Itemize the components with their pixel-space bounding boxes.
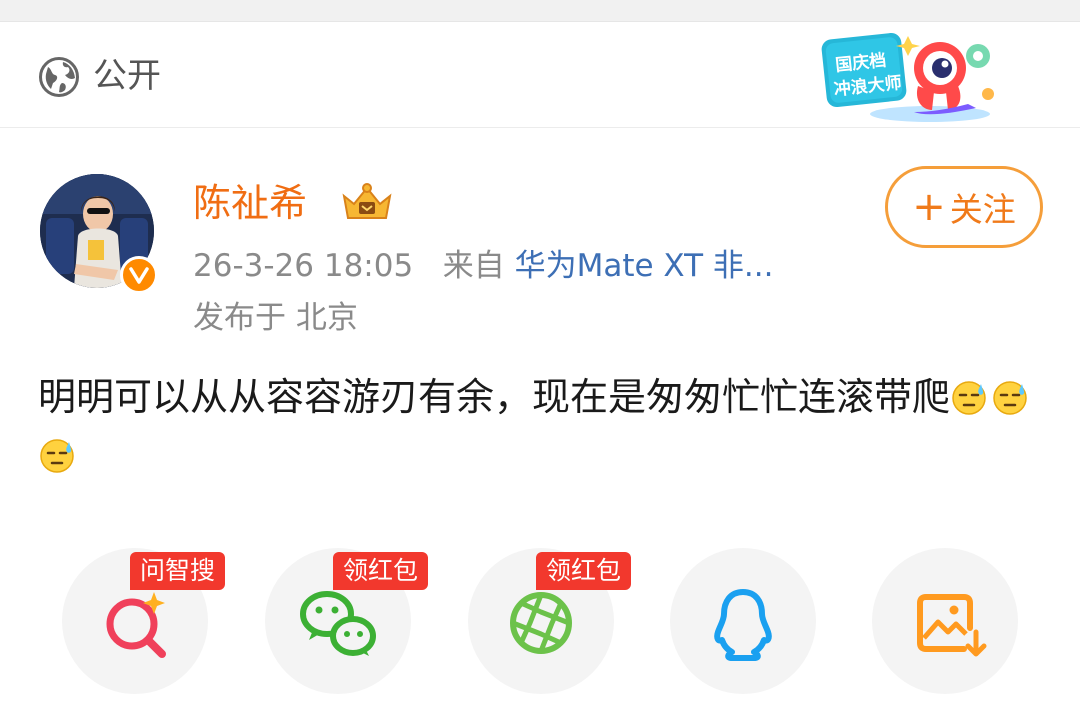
- post-location: 发布于 北京: [193, 300, 358, 336]
- surfing-master-badge: 国庆档 冲浪大师: [821, 32, 994, 122]
- vip-crown-icon: [342, 183, 392, 219]
- sweat-emoji-icon: [952, 381, 986, 415]
- author-name[interactable]: 陈祉希: [193, 178, 307, 228]
- verified-badge-icon: [120, 256, 158, 294]
- share-wechat-tag: 领红包: [333, 552, 429, 590]
- save-image-icon: [917, 594, 987, 657]
- sweat-emoji-icon: [993, 381, 1027, 415]
- follow-label: 关注: [949, 190, 1016, 229]
- post-meta: 26-3-26 18:05 来自 华为Mate XT 非...: [193, 244, 773, 288]
- post-date: 26-3-26 18:05: [193, 248, 414, 284]
- share-ai-search-tag: 问智搜: [130, 552, 226, 590]
- share-moments-tag: 领红包: [536, 552, 632, 590]
- sweat-emoji-icon: [40, 439, 74, 473]
- qq-icon: [714, 589, 772, 661]
- post-text: 明明可以从从容容游刃有余，现在是匆匆忙忙连滚带爬: [38, 375, 951, 419]
- follow-button[interactable]: + 关注: [885, 166, 1043, 248]
- post-body: 明明可以从从容容游刃有余，现在是匆匆忙忙连滚带爬: [38, 368, 1048, 484]
- share-save-image-button[interactable]: [872, 548, 1018, 694]
- visibility-bar[interactable]: 公开 国庆档 冲浪大师: [0, 22, 1080, 128]
- top-strip: [0, 0, 1080, 22]
- share-qq-button[interactable]: [670, 548, 816, 694]
- post-from-label: 来自: [442, 248, 505, 284]
- post-device-link[interactable]: 华为Mate XT 非...: [515, 248, 774, 284]
- globe-icon: [39, 57, 79, 97]
- follow-plus-icon: +: [912, 184, 946, 230]
- visibility-label: 公开: [93, 56, 161, 96]
